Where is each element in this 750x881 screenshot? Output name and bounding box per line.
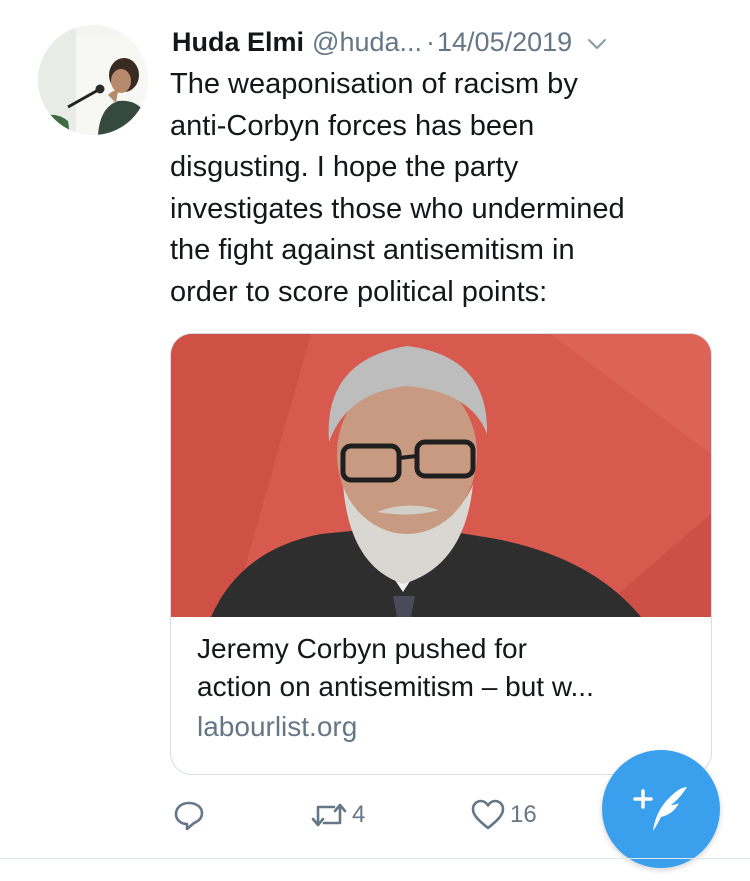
card-title-line: action on antisemitism – but w... — [197, 671, 594, 702]
retweet-count: 4 — [352, 801, 366, 828]
chevron-down-icon[interactable] — [586, 31, 608, 53]
card-domain: labourlist.org — [197, 711, 358, 742]
author-handle[interactable]: @huda... — [312, 27, 422, 58]
author-name[interactable]: Huda Elmi — [172, 27, 304, 58]
like-button[interactable]: 16 — [470, 795, 537, 835]
tweet-text-line: The weaponisation of racism by — [170, 68, 578, 100]
tweet-text-line: order to score political points: — [170, 275, 548, 308]
tweet[interactable]: Huda Elmi @huda... · 14/05/2019 The weap… — [0, 0, 750, 881]
avatar[interactable] — [38, 25, 148, 135]
compose-tweet-icon — [631, 777, 691, 842]
card-body: Jeremy Corbyn pushed for action on antis… — [197, 630, 691, 746]
heart-icon — [470, 798, 506, 832]
tweet-text-line: anti-Corbyn forces has been — [170, 109, 535, 142]
tweet-header: Huda Elmi @huda... · 14/05/2019 — [172, 22, 720, 62]
avatar-photo — [38, 25, 148, 135]
divider — [0, 858, 750, 859]
tweet-text-line: the fight against antisemitism in — [170, 234, 575, 266]
tweet-text: The weaponisation of racism by anti-Corb… — [170, 64, 730, 313]
link-preview-card[interactable]: Jeremy Corbyn pushed for action on antis… — [170, 333, 712, 775]
card-title[interactable]: Jeremy Corbyn pushed for action on antis… — [197, 630, 691, 706]
like-count: 16 — [510, 801, 537, 828]
tweet-actions: 4 16 — [170, 795, 590, 835]
retweet-button[interactable]: 4 — [310, 795, 365, 835]
header-separator: · — [426, 26, 436, 57]
retweet-icon — [310, 798, 348, 832]
reply-icon — [172, 798, 206, 832]
card-title-line: Jeremy Corbyn pushed for — [197, 633, 527, 664]
tweet-text-line: disgusting. I hope the party — [170, 151, 519, 183]
tweet-date[interactable]: 14/05/2019 — [437, 27, 572, 58]
tweet-text-line: investigates those who undermined — [170, 192, 625, 225]
compose-tweet-button[interactable] — [602, 750, 720, 868]
reply-button[interactable] — [172, 795, 206, 835]
card-image — [171, 334, 711, 617]
